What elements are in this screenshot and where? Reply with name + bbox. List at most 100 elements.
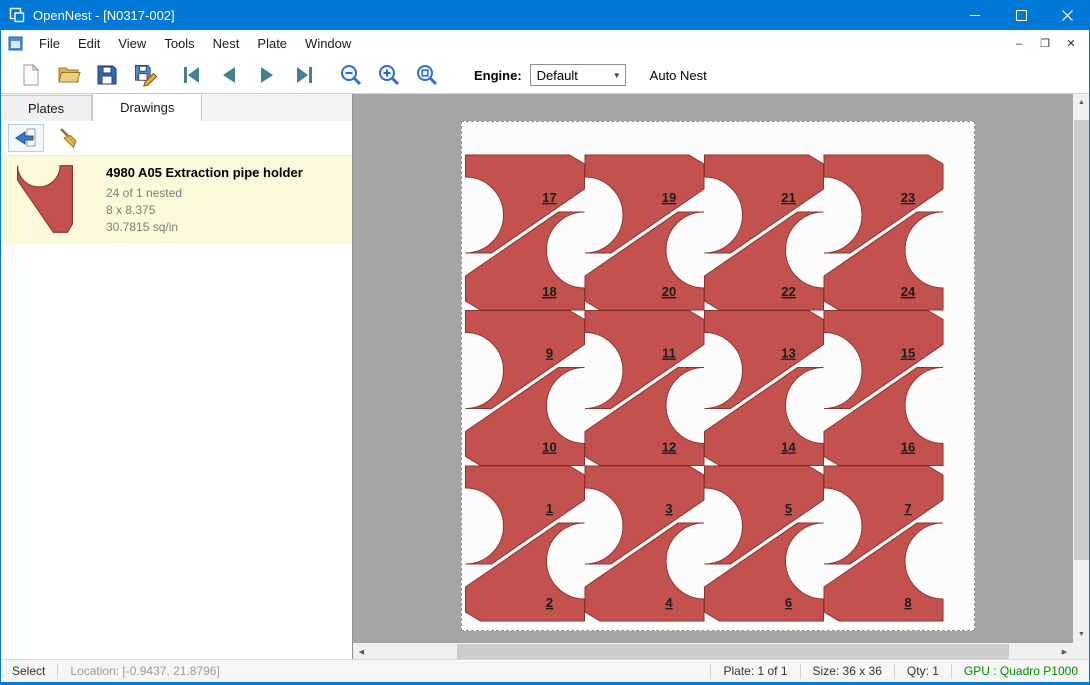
- part-number-label: 9: [546, 346, 553, 361]
- engine-label: Engine:: [474, 68, 522, 83]
- status-qty: Qty: 1: [895, 664, 951, 678]
- titlebar: OpenNest - [N0317-002]: [0, 0, 1090, 30]
- sidebar: Plates Drawings 4980 A05 Extraction pipe…: [0, 94, 353, 660]
- open-folder-icon: [57, 63, 81, 87]
- part-number-label: 14: [781, 440, 796, 455]
- status-mode: Select: [0, 664, 57, 678]
- part-number-label: 21: [781, 190, 795, 205]
- first-arrow-icon: [179, 63, 203, 87]
- menubar: File Edit View Tools Nest Plate Window –…: [0, 30, 1090, 57]
- menu-tools[interactable]: Tools: [155, 32, 203, 55]
- drawing-dimensions: 8 x 8.375: [106, 202, 303, 219]
- status-right-group: Plate: 1 of 1 Size: 36 x 36 Qty: 1 GPU :…: [710, 660, 1090, 682]
- save-button[interactable]: [88, 60, 126, 90]
- statusbar: Select Location: [-0.9437, 21.8796] Plat…: [0, 659, 1090, 682]
- part-number-label: 6: [785, 595, 792, 610]
- arrow-left-page-icon: [14, 126, 38, 150]
- part-number-label: 22: [781, 284, 795, 299]
- auto-nest-button[interactable]: Auto Nest: [650, 68, 707, 83]
- part-number-label: 11: [662, 346, 676, 361]
- last-plate-button[interactable]: [286, 60, 324, 90]
- part-number-label: 8: [904, 595, 911, 610]
- status-gpu: GPU : Quadro P1000: [952, 664, 1090, 678]
- scroll-right-icon[interactable]: ▶: [1056, 643, 1073, 660]
- clear-button[interactable]: [52, 124, 88, 152]
- close-button[interactable]: [1044, 0, 1090, 30]
- tab-plates[interactable]: Plates: [0, 95, 92, 121]
- part-number-label: 3: [665, 501, 672, 516]
- previous-plate-button[interactable]: [210, 60, 248, 90]
- zoom-in-icon: [377, 63, 401, 87]
- part-number-label: 18: [542, 284, 556, 299]
- menu-edit[interactable]: Edit: [69, 32, 109, 55]
- part-number-label: 4: [665, 595, 673, 610]
- first-plate-button[interactable]: [172, 60, 210, 90]
- plate[interactable]: 171819202122232491011121314151612345678: [461, 121, 975, 631]
- scroll-down-icon[interactable]: ▼: [1073, 626, 1090, 643]
- zoom-out-button[interactable]: [332, 60, 370, 90]
- engine-select-value: Default: [537, 68, 578, 83]
- minimize-button[interactable]: [952, 0, 998, 30]
- zoom-fit-icon: [415, 63, 439, 87]
- menu-nest[interactable]: Nest: [204, 32, 249, 55]
- close-icon: [1062, 10, 1073, 21]
- part-number-label: 20: [662, 284, 676, 299]
- zoom-in-button[interactable]: [370, 60, 408, 90]
- mdi-restore-button[interactable]: ❐: [1032, 37, 1058, 50]
- dropdown-arrow-icon: ▼: [613, 71, 621, 80]
- new-file-button[interactable]: [12, 60, 50, 90]
- menu-window[interactable]: Window: [296, 32, 360, 55]
- nest-canvas[interactable]: 171819202122232491011121314151612345678 …: [353, 94, 1090, 660]
- part-number-label: 23: [901, 190, 915, 205]
- part-number-label: 17: [542, 190, 556, 205]
- menu-file[interactable]: File: [30, 32, 69, 55]
- status-location: Location: [-0.9437, 21.8796]: [58, 664, 231, 678]
- tab-plates-label: Plates: [28, 101, 64, 116]
- zoom-fit-button[interactable]: [408, 60, 446, 90]
- part-number-label: 15: [901, 346, 915, 361]
- menu-view[interactable]: View: [109, 32, 155, 55]
- send-to-plate-button[interactable]: [8, 124, 44, 152]
- horizontal-scroll-thumb[interactable]: [457, 644, 1009, 659]
- app-icon: [9, 7, 25, 23]
- window-title: OpenNest - [N0317-002]: [33, 8, 175, 23]
- drawing-list-item[interactable]: 4980 A05 Extraction pipe holder 24 of 1 …: [0, 156, 352, 244]
- mdi-close-button[interactable]: ✕: [1058, 37, 1084, 50]
- part-number-label: 1: [546, 501, 553, 516]
- vertical-scrollbar[interactable]: ▲ ▼: [1073, 94, 1090, 643]
- drawing-thumbnail: [12, 163, 78, 237]
- menu-plate[interactable]: Plate: [248, 32, 296, 55]
- vertical-scroll-thumb[interactable]: [1074, 120, 1089, 560]
- part-number-label: 16: [901, 440, 915, 455]
- last-arrow-icon: [293, 63, 317, 87]
- save-as-button[interactable]: [126, 60, 164, 90]
- next-arrow-icon: [255, 63, 279, 87]
- part-number-label: 10: [542, 440, 556, 455]
- previous-arrow-icon: [217, 63, 241, 87]
- part-number-label: 2: [546, 595, 553, 610]
- engine-select[interactable]: Default ▼: [530, 64, 626, 86]
- part-number-label: 12: [662, 440, 676, 455]
- minimize-icon: [970, 15, 980, 16]
- drawing-thumbnail-shape: [18, 166, 73, 233]
- mdi-window-buttons: – ❐ ✕: [1006, 37, 1084, 50]
- maximize-button[interactable]: [998, 0, 1044, 30]
- zoom-out-icon: [339, 63, 363, 87]
- status-plate: Plate: 1 of 1: [711, 664, 799, 678]
- part-number-label: 5: [785, 501, 792, 516]
- next-plate-button[interactable]: [248, 60, 286, 90]
- drawing-title: 4980 A05 Extraction pipe holder: [106, 165, 303, 180]
- drawings-toolbar: [0, 121, 352, 156]
- scroll-up-icon[interactable]: ▲: [1073, 94, 1090, 111]
- drawing-info: 4980 A05 Extraction pipe holder 24 of 1 …: [106, 165, 303, 236]
- part-number-label: 19: [662, 190, 676, 205]
- mdi-minimize-button[interactable]: –: [1006, 38, 1032, 50]
- status-size: Size: 36 x 36: [801, 664, 894, 678]
- maximize-icon: [1016, 10, 1027, 21]
- caption-buttons: [952, 0, 1090, 30]
- open-file-button[interactable]: [50, 60, 88, 90]
- scroll-left-icon[interactable]: ◀: [353, 643, 370, 660]
- sidebar-tabstrip: Plates Drawings: [0, 94, 352, 122]
- horizontal-scrollbar[interactable]: ◀ ▶: [353, 643, 1073, 660]
- tab-drawings[interactable]: Drawings: [92, 93, 202, 122]
